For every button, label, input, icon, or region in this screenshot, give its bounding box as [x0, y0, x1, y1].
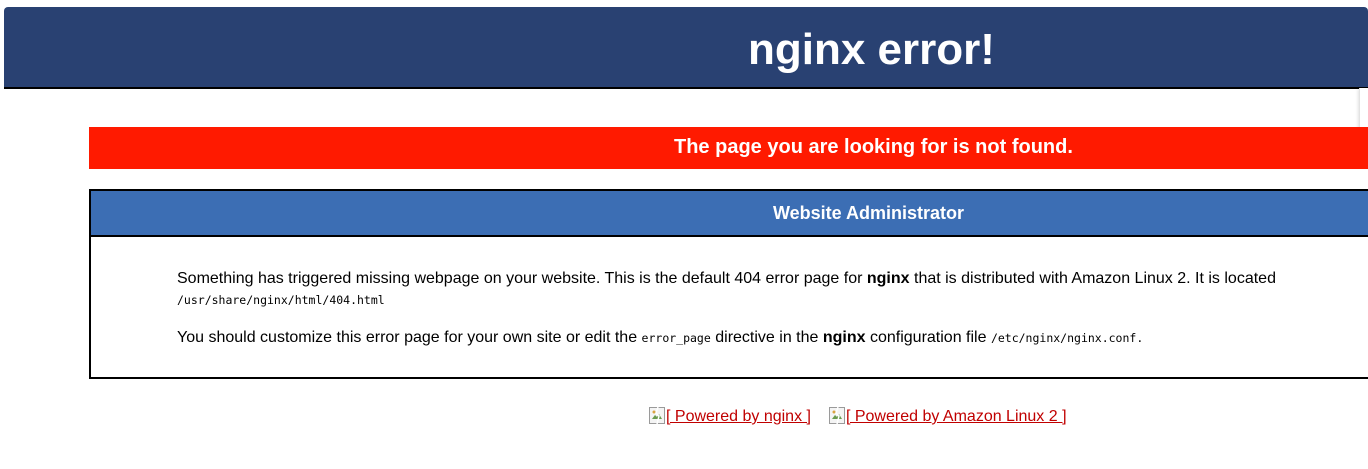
paragraph-text: configuration file — [865, 329, 991, 346]
page-title: nginx error! — [748, 25, 995, 74]
page-header: nginx error! — [4, 7, 1368, 89]
alert-banner: The page you are looking for is not foun… — [89, 127, 1368, 169]
nginx-bold-text: nginx — [866, 270, 910, 287]
nginx-bold-text: nginx — [822, 329, 866, 346]
error-page: nginx error! The page you are looking fo… — [0, 0, 1368, 469]
file-path-404: /usr/share/nginx/html/404.html — [177, 292, 385, 307]
paragraph-period: . — [1136, 331, 1144, 345]
info-paragraph-customize: You should customize this error page for… — [177, 328, 1367, 349]
powered-by-amazon-linux-link[interactable]: [ Powered by Amazon Linux 2 ] — [828, 407, 1067, 425]
paragraph-text: that is distributed with Amazon Linux 2.… — [909, 270, 1276, 287]
powered-by-nginx-label: [ Powered by nginx ] — [666, 408, 811, 425]
directive-code: error_page — [641, 331, 711, 345]
admin-box-header: Website Administrator — [91, 191, 1368, 237]
paragraph-text: Something has triggered missing webpage … — [177, 270, 867, 287]
info-paragraph-location: Something has triggered missing webpage … — [177, 269, 1367, 308]
powered-by-nginx-link[interactable]: [ Powered by nginx ] — [649, 407, 811, 425]
footer-links: [ Powered by nginx ] [ Powered by Amazon … — [649, 407, 1067, 426]
admin-info-box: Website Administrator Something has trig… — [89, 189, 1368, 379]
paragraph-text: You should customize this error page for… — [177, 329, 642, 346]
admin-box-heading: Website Administrator — [773, 203, 965, 223]
file-path-conf: /etc/nginx/nginx.conf — [990, 331, 1137, 345]
broken-image-icon — [828, 407, 845, 424]
powered-by-amazon-linux-label: [ Powered by Amazon Linux 2 ] — [845, 408, 1067, 425]
paragraph-text: directive in the — [710, 329, 823, 346]
alert-message: The page you are looking for is not foun… — [674, 136, 1073, 158]
broken-image-icon — [649, 407, 665, 424]
